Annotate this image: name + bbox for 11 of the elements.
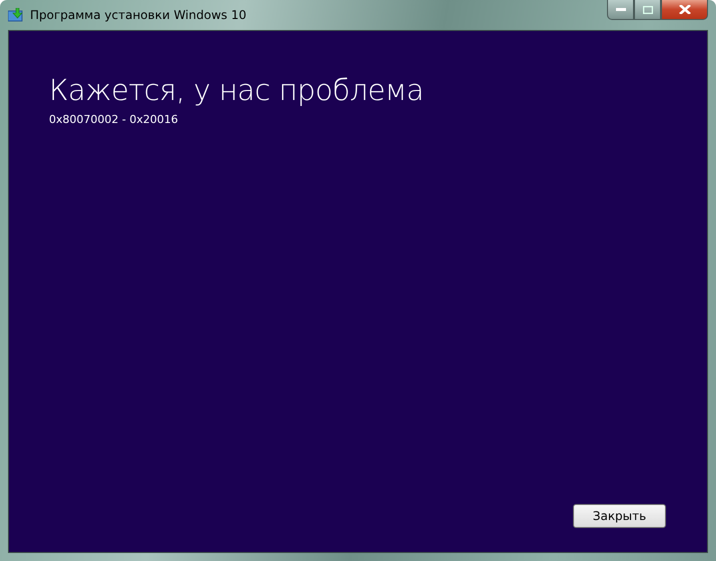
minimize-icon <box>616 8 626 12</box>
error-code: 0x80070002 - 0x20016 <box>49 113 178 126</box>
close-dialog-button[interactable]: Закрыть <box>573 504 666 528</box>
close-icon <box>678 5 690 14</box>
minimize-button[interactable] <box>607 0 634 20</box>
maximize-icon <box>642 6 652 14</box>
installer-icon <box>8 8 24 22</box>
maximize-button[interactable] <box>634 0 661 20</box>
window-title: Программа установки Windows 10 <box>30 8 246 22</box>
close-button[interactable] <box>661 0 708 20</box>
error-heading: Кажется, у нас проблема <box>49 73 424 107</box>
